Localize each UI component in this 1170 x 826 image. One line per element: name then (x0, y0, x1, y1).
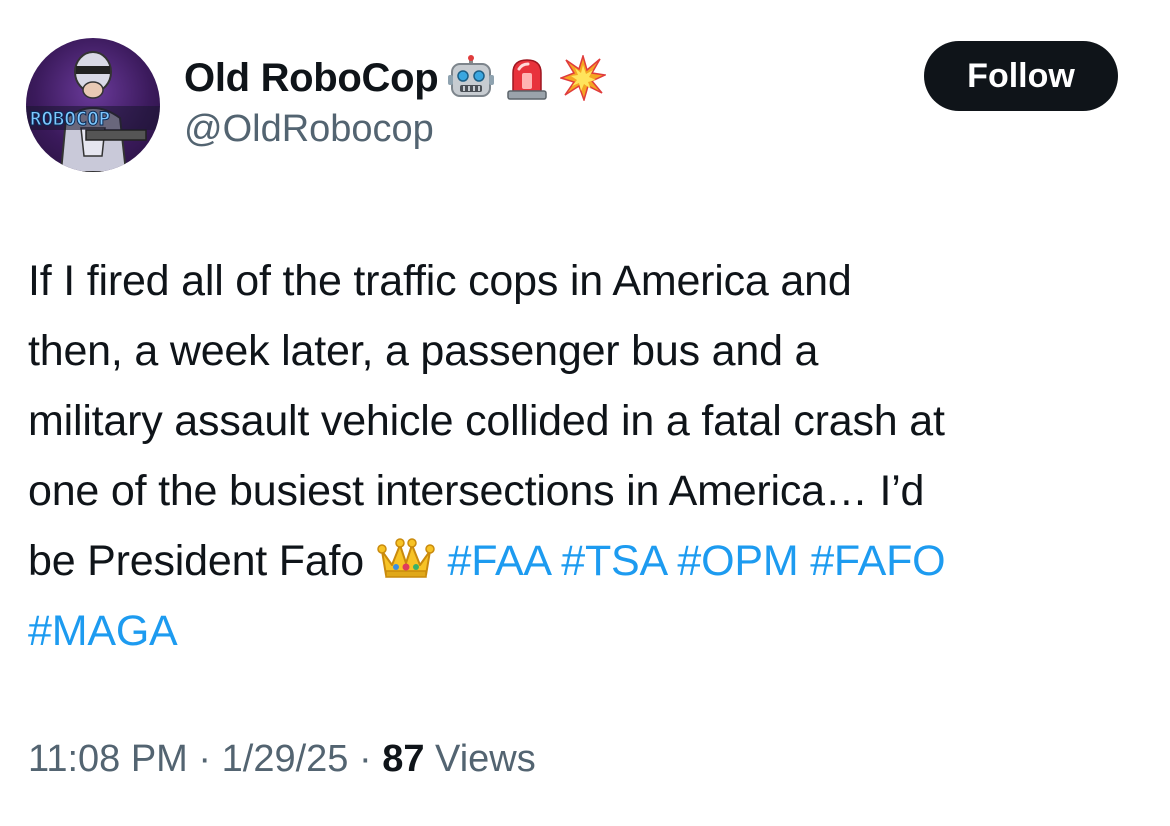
hashtag-link[interactable]: #MAGA (28, 607, 178, 655)
display-name-row: Old RoboCop (184, 50, 607, 106)
tweet-meta: 11:08 PM · 1/29/25 · 87 Views (28, 738, 536, 781)
tweet-text-line: one of the busiest intersections in Amer… (28, 467, 925, 515)
meta-separator: · (187, 738, 222, 780)
avatar-image: ROBOCOP (26, 51, 160, 172)
follow-button[interactable]: Follow (924, 41, 1118, 111)
views-count: 87 (382, 738, 425, 780)
hashtag-link[interactable]: #OPM (677, 537, 798, 585)
views-label: Views (424, 738, 536, 780)
hashtag-link[interactable]: #FAFO (810, 537, 945, 585)
tweet-text: If I fired all of the traffic cops in Am… (28, 246, 1148, 666)
tweet-text-line: If I fired all of the traffic cops in Am… (28, 257, 852, 305)
user-handle[interactable]: @OldRobocop (184, 108, 434, 151)
tweet-text-line: #MAGA (28, 596, 1148, 666)
svg-text:ROBOCOP: ROBOCOP (30, 108, 110, 130)
tweet-time[interactable]: 11:08 PM (28, 738, 188, 780)
meta-separator: · (348, 738, 383, 780)
police-light-icon (504, 55, 550, 101)
robot-face-icon (448, 55, 495, 101)
crown-icon (376, 535, 436, 581)
tweet-text-line: military assault vehicle collided in a f… (28, 397, 945, 445)
tweet-text-segment: be President Fafo (28, 537, 376, 585)
tweet-card: ROBOCOP Old RoboCop @OldRobocop Follow I… (0, 0, 1170, 826)
hashtag-link[interactable]: #TSA (561, 537, 666, 585)
avatar[interactable]: ROBOCOP (26, 38, 160, 172)
tweet-text-line: then, a week later, a passenger bus and … (28, 327, 819, 375)
hashtag-link[interactable]: #FAA (448, 537, 550, 585)
display-name[interactable]: Old RoboCop (184, 56, 439, 101)
collision-icon (560, 55, 607, 101)
tweet-date[interactable]: 1/29/25 (222, 738, 349, 780)
tweet-text-line: be President Fafo #FAA #TSA #OPM #FAFO (28, 526, 1148, 596)
